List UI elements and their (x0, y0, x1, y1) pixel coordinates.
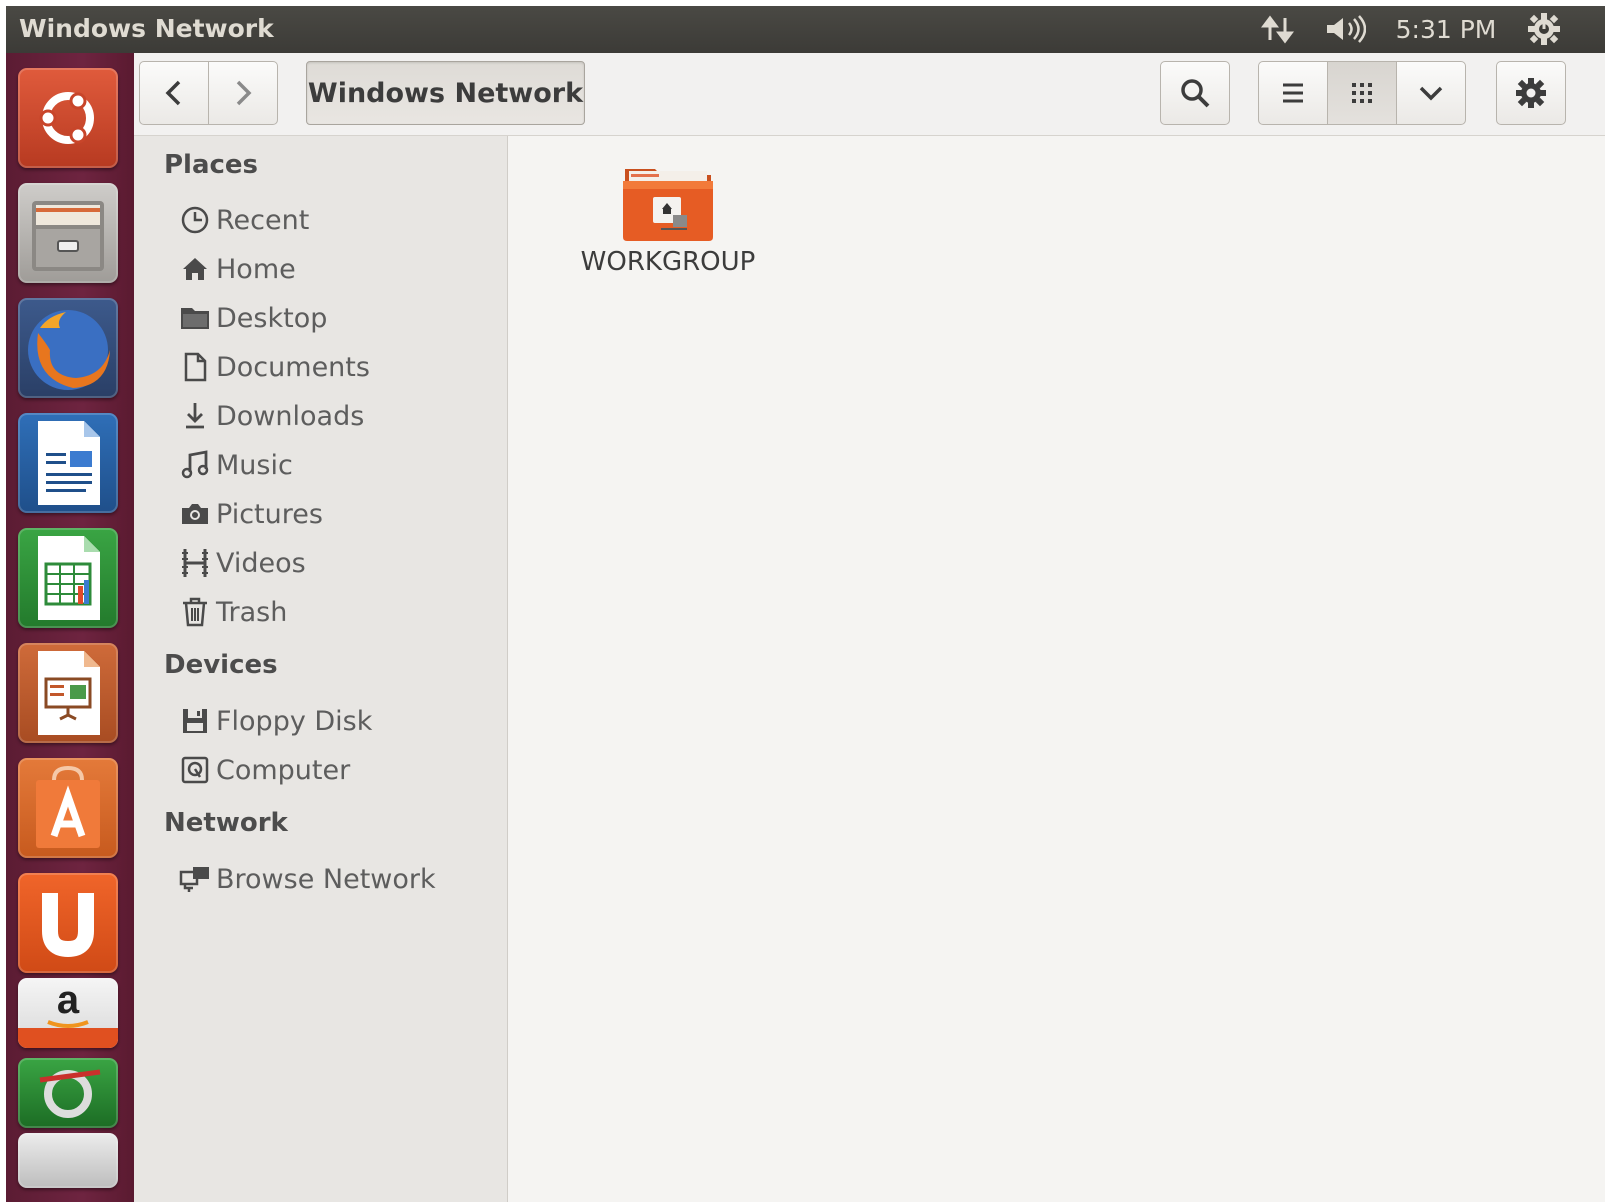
launcher-files[interactable] (18, 183, 118, 283)
launcher-extra[interactable] (18, 1133, 118, 1188)
sidebar-item-videos[interactable]: Videos (178, 542, 306, 584)
search-button[interactable] (1160, 61, 1230, 125)
ubuntu-one-icon (42, 893, 94, 958)
home-icon (178, 252, 212, 286)
sidebar-item-trash[interactable]: Trash (178, 591, 287, 633)
libreoffice-impress-icon (38, 651, 100, 735)
back-button[interactable] (139, 61, 209, 125)
sidebar-item-label: Home (216, 253, 296, 285)
sidebar-item-label: Trash (216, 596, 288, 628)
launcher: a (6, 53, 135, 1202)
sidebar-item-downloads[interactable]: Downloads (178, 395, 364, 437)
sidebar-item-label: Floppy Disk (216, 705, 373, 737)
chevron-down-icon (1419, 86, 1443, 101)
launcher-calc[interactable] (18, 528, 118, 628)
network-transfer-icon[interactable] (1258, 12, 1298, 46)
sidebar-item-label: Downloads (216, 400, 365, 432)
shopping-bag-icon (36, 765, 100, 848)
sidebar-item-pictures[interactable]: Pictures (178, 493, 323, 535)
sidebar-item-label: Videos (216, 547, 306, 579)
grid-view-icon (1352, 83, 1372, 103)
folder-icon (178, 301, 212, 335)
devices-heading: Devices (164, 650, 278, 680)
file-view: WORKGROUP (508, 136, 1605, 1202)
sidebar-item-computer[interactable]: Computer (178, 749, 350, 791)
harddisk-icon (178, 753, 212, 787)
download-icon (178, 399, 212, 433)
document-icon (178, 350, 212, 384)
sidebar-item-recent[interactable]: Recent (178, 199, 309, 241)
network-folder-icon (623, 169, 713, 241)
sidebar-item-home[interactable]: Home (178, 248, 296, 290)
settings-button[interactable] (1496, 61, 1566, 125)
chevron-left-icon (165, 80, 181, 106)
sidebar-item-label: Pictures (216, 498, 323, 530)
launcher-dash-home[interactable] (18, 68, 118, 168)
grid-view-button[interactable] (1327, 61, 1397, 125)
chevron-right-icon (236, 80, 252, 106)
libreoffice-calc-icon (38, 536, 100, 620)
launcher-update-manager[interactable] (18, 1058, 118, 1128)
desktop-screen: Windows Network 5:31 PM a Windows Networ… (6, 6, 1605, 1202)
file-cabinet-icon (32, 201, 104, 271)
toolbar: Windows Network (134, 53, 1605, 136)
clock[interactable]: 5:31 PM (1386, 12, 1506, 46)
forward-button[interactable] (208, 61, 278, 125)
power-gear-icon[interactable] (1524, 12, 1564, 46)
film-icon (178, 546, 212, 580)
trash-icon (178, 595, 212, 629)
floppy-icon (178, 704, 212, 738)
sidebar-item-desktop[interactable]: Desktop (178, 297, 327, 339)
sidebar-item-music[interactable]: Music (178, 444, 293, 486)
launcher-impress[interactable] (18, 643, 118, 743)
launcher-firefox[interactable] (18, 298, 118, 398)
sidebar-item-label: Desktop (216, 302, 328, 334)
sidebar-item-browse-network[interactable]: Browse Network (178, 858, 436, 900)
list-view-button[interactable] (1258, 61, 1328, 125)
launcher-software-center[interactable] (18, 758, 118, 858)
music-note-icon (178, 448, 212, 482)
file-item-label: WORKGROUP (580, 247, 756, 277)
sidebar-item-label: Music (216, 449, 293, 481)
sidebar: Places Recent Home Desktop Documents Dow… (134, 136, 508, 1202)
search-icon (1181, 79, 1210, 108)
sidebar-item-floppy-disk[interactable]: Floppy Disk (178, 700, 372, 742)
top-panel: Windows Network 5:31 PM (6, 6, 1605, 53)
places-heading: Places (164, 150, 259, 180)
launcher-ubuntu-one[interactable] (18, 873, 118, 973)
launcher-writer[interactable] (18, 413, 118, 513)
firefox-icon (28, 310, 111, 390)
window-title: Windows Network (19, 14, 274, 43)
network-heading: Network (164, 808, 288, 838)
sidebar-item-label: Computer (216, 754, 351, 786)
clock-icon (178, 203, 212, 237)
sidebar-item-documents[interactable]: Documents (178, 346, 370, 388)
gear-icon (1516, 78, 1546, 108)
network-icon (178, 862, 212, 896)
sidebar-item-label: Browse Network (216, 863, 436, 895)
update-icon (39, 1069, 101, 1118)
sidebar-item-label: Documents (216, 351, 370, 383)
volume-icon[interactable] (1322, 12, 1368, 46)
launcher-amazon[interactable]: a (18, 978, 118, 1048)
path-button-windows-network[interactable]: Windows Network (306, 61, 585, 125)
sidebar-item-label: Recent (216, 204, 310, 236)
file-item-workgroup[interactable]: WORKGROUP (568, 161, 768, 281)
list-view-icon (1283, 83, 1303, 103)
ubuntu-logo-icon (39, 92, 94, 144)
view-menu-button[interactable] (1396, 61, 1466, 125)
libreoffice-writer-icon (38, 421, 100, 505)
camera-icon (178, 497, 212, 531)
